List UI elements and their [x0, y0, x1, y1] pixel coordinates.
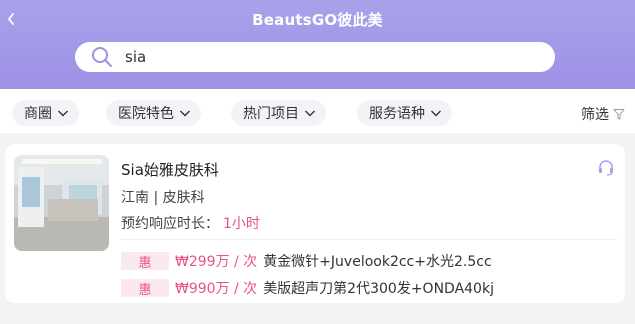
response-value: 1小时	[223, 216, 260, 232]
clinic-card[interactable]: Sia始雅皮肤科 江南 | 皮肤科 预约响应时长： 1小时 惠 ₩299万 / 次…	[5, 144, 625, 303]
app-header: BeautsGO彼此美	[0, 0, 635, 89]
filter-label: 热门项目	[243, 106, 299, 122]
clinic-photo	[14, 155, 109, 251]
response-label: 预约响应时长：	[121, 216, 219, 232]
search-icon	[92, 47, 112, 67]
chevron-down-icon	[58, 110, 68, 117]
headset-icon[interactable]	[597, 159, 615, 177]
page-title: BeautsGO彼此美	[252, 11, 383, 29]
screen-button[interactable]: 筛选	[581, 104, 625, 124]
deal-description: 黄金微针+Juvelook2cc+水光2.5cc	[263, 254, 492, 270]
chevron-down-icon	[305, 110, 315, 117]
deal-description: 美版超声刀第2代300发+ONDA40kj	[263, 281, 494, 297]
clinic-location-category: 江南 | 皮肤科	[121, 190, 205, 206]
screen-label: 筛选	[581, 107, 609, 123]
deal-badge: 惠	[121, 279, 169, 298]
deal-item[interactable]: 惠 ₩299万 / 次 黄金微针+Juvelook2cc+水光2.5cc	[121, 251, 492, 271]
filter-label: 医院特色	[118, 106, 174, 122]
filter-bar: 商圈 医院特色 热门项目 服务语种 筛选	[0, 89, 635, 133]
deal-price: ₩299万 / 次	[175, 254, 258, 270]
filter-service-language[interactable]: 服务语种	[357, 100, 452, 126]
filter-popular-items[interactable]: 热门项目	[231, 100, 326, 126]
divider	[121, 239, 617, 240]
chevron-down-icon	[180, 110, 190, 117]
filter-label: 商圈	[24, 106, 52, 122]
clinic-name: Sia始雅皮肤科	[121, 161, 219, 179]
deal-badge: 惠	[121, 252, 169, 271]
deal-price: ₩990万 / 次	[175, 281, 258, 297]
deal-item[interactable]: 惠 ₩990万 / 次 美版超声刀第2代300发+ONDA40kj	[121, 278, 494, 298]
filter-hospital-feature[interactable]: 医院特色	[106, 100, 201, 126]
search-input[interactable]	[125, 46, 525, 68]
filter-label: 服务语种	[369, 106, 425, 122]
filter-business-district[interactable]: 商圈	[12, 100, 79, 126]
response-time: 预约响应时长： 1小时	[121, 213, 260, 233]
search-bar[interactable]	[75, 42, 555, 72]
chevron-down-icon	[431, 110, 441, 117]
funnel-icon	[613, 109, 625, 120]
